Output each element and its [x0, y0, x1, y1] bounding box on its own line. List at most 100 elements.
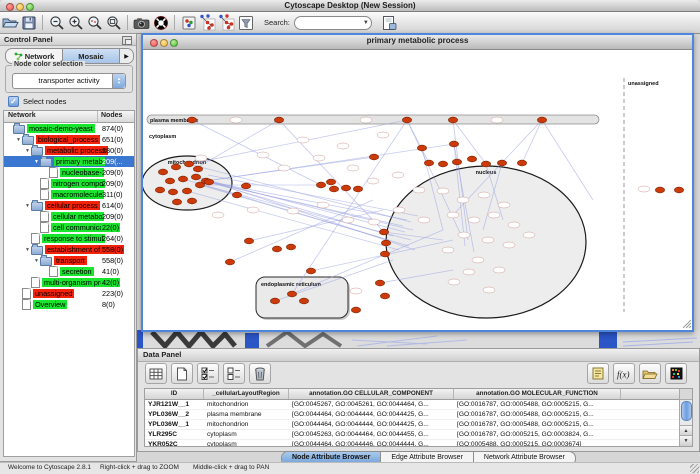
- network-node[interactable]: [537, 117, 546, 123]
- float-panel-icon[interactable]: [122, 36, 132, 45]
- network-node[interactable]: [402, 117, 411, 123]
- table-row[interactable]: YPL036W__2plasma membrane[GO:0044464, GO…: [145, 410, 680, 420]
- zoom-selected-icon[interactable]: [85, 13, 104, 32]
- tree-row-mosaic-demo-yeast[interactable]: mosaic-demo-yeast874(0): [4, 123, 134, 134]
- network-node[interactable]: [380, 251, 389, 257]
- layout-nodes-icon[interactable]: [198, 13, 217, 32]
- network-canvas[interactable]: plasma membranecytoplasmmitochondrionnuc…: [143, 50, 692, 330]
- network-node[interactable]: [274, 117, 283, 123]
- network-label-node[interactable]: [287, 208, 299, 214]
- network-label-node[interactable]: [342, 217, 354, 223]
- network-node[interactable]: [306, 268, 315, 274]
- network-node[interactable]: [329, 186, 338, 192]
- network-label-node[interactable]: [367, 178, 379, 184]
- network-node[interactable]: [316, 182, 325, 188]
- open-icon[interactable]: [0, 13, 19, 32]
- column-header-2[interactable]: _cellularLayoutRegion: [204, 389, 289, 399]
- tab-overflow-arrow[interactable]: ▶: [119, 49, 133, 63]
- scroll-down-button[interactable]: ▼: [680, 435, 692, 446]
- network-node[interactable]: [155, 187, 164, 193]
- tree-row-overview[interactable]: Overview8(0): [4, 299, 134, 310]
- network-label-node[interactable]: [468, 217, 480, 223]
- tree-expand-arrow[interactable]: ▼: [24, 247, 31, 253]
- network-node[interactable]: [674, 187, 683, 193]
- network-label-node[interactable]: [418, 217, 430, 223]
- network-label-node[interactable]: [463, 269, 475, 275]
- network-label-node[interactable]: [503, 242, 515, 248]
- network-label-node[interactable]: [212, 212, 224, 218]
- save-icon[interactable]: [19, 13, 38, 32]
- matrix-icon[interactable]: [665, 363, 687, 384]
- tree-row-nucleobase-[interactable]: nucleobase-209(0): [4, 167, 134, 178]
- network-node[interactable]: [375, 280, 384, 286]
- table-mode-icon[interactable]: [145, 363, 167, 384]
- network-label-node[interactable]: [247, 207, 259, 213]
- network-node[interactable]: [187, 117, 196, 123]
- network-label-node[interactable]: [350, 288, 362, 294]
- network-label-node[interactable]: [508, 222, 520, 228]
- network-node[interactable]: [351, 307, 360, 313]
- network-label-node[interactable]: [413, 187, 425, 193]
- network-label-node[interactable]: [377, 132, 389, 138]
- tree-expand-arrow[interactable]: ▼: [15, 137, 22, 143]
- network-node[interactable]: [481, 161, 490, 167]
- tree-row-cellular-process[interactable]: ▼cellular process614(0): [4, 200, 134, 211]
- tree-expand-arrow[interactable]: ▼: [33, 258, 40, 264]
- network-node[interactable]: [182, 188, 191, 194]
- function-builder-icon[interactable]: f(x): [613, 363, 635, 384]
- network-node[interactable]: [172, 199, 181, 205]
- network-label-node[interactable]: [478, 192, 490, 198]
- network-node[interactable]: [287, 291, 296, 297]
- network-label-node[interactable]: [493, 267, 505, 273]
- network-node[interactable]: [270, 298, 279, 304]
- tree-expand-arrow[interactable]: ▼: [33, 159, 40, 165]
- layout-edges-icon[interactable]: [217, 13, 236, 32]
- table-row[interactable]: YJR121W__1mitochondrion[GO:0045267, GO:0…: [145, 400, 680, 410]
- network-label-node[interactable]: [447, 212, 459, 218]
- network-label-node[interactable]: [448, 279, 460, 285]
- network-node[interactable]: [326, 179, 335, 185]
- network-node[interactable]: [353, 186, 362, 192]
- column-header-4[interactable]: annotation.GO MOLECULAR_FUNCTION: [454, 389, 621, 399]
- network-node[interactable]: [204, 179, 213, 185]
- create-attribute-icon[interactable]: [171, 363, 193, 384]
- network-node[interactable]: [497, 160, 506, 166]
- network-node[interactable]: [178, 176, 187, 182]
- network-node[interactable]: [193, 166, 202, 172]
- network-node[interactable]: [187, 198, 196, 204]
- network-label-node[interactable]: [393, 207, 405, 213]
- network-node[interactable]: [381, 240, 390, 246]
- network-resize-grip[interactable]: [683, 320, 691, 328]
- network-label-node[interactable]: [498, 202, 510, 208]
- network-node[interactable]: [232, 192, 241, 198]
- snapshot-camera-icon[interactable]: [132, 13, 151, 32]
- zoom-in-icon[interactable]: [66, 13, 85, 32]
- tree-row-multi-organism-pro[interactable]: multi-organism pro42(0): [4, 277, 134, 288]
- network-node[interactable]: [449, 141, 458, 147]
- network-node[interactable]: [299, 298, 308, 304]
- tree-row-cell-communicat[interactable]: cell communicat22(0): [4, 222, 134, 233]
- tree-expand-arrow[interactable]: ▼: [24, 148, 31, 154]
- network-label-node[interactable]: [368, 219, 380, 225]
- column-header-1[interactable]: ID: [145, 389, 204, 399]
- filter-icon[interactable]: [236, 13, 255, 32]
- network-node[interactable]: [168, 189, 177, 195]
- network-node[interactable]: [517, 160, 526, 166]
- resize-grip[interactable]: [690, 464, 699, 473]
- tree-row-transport[interactable]: ▼transport558(0): [4, 255, 134, 266]
- network-label-node[interactable]: [337, 143, 349, 149]
- node-color-select[interactable]: transporter activity ▲▼: [12, 73, 126, 89]
- network-label-node[interactable]: [483, 287, 495, 293]
- search-dropdown-icon[interactable]: ▼: [363, 19, 369, 27]
- network-label-node[interactable]: [278, 165, 290, 171]
- tree-row-macromolecule[interactable]: macromolecule311(0): [4, 189, 134, 200]
- network-node[interactable]: [341, 185, 350, 191]
- network-node[interactable]: [417, 145, 426, 151]
- network-label-node[interactable]: [360, 117, 372, 123]
- delete-attribute-icon[interactable]: [249, 363, 271, 384]
- network-node[interactable]: [165, 178, 174, 184]
- tree-row-establishment-of-lo[interactable]: ▼establishment of lo558(0): [4, 244, 134, 255]
- notes-icon[interactable]: [587, 363, 609, 384]
- network-node[interactable]: [438, 161, 447, 167]
- network-label-node[interactable]: [491, 117, 503, 123]
